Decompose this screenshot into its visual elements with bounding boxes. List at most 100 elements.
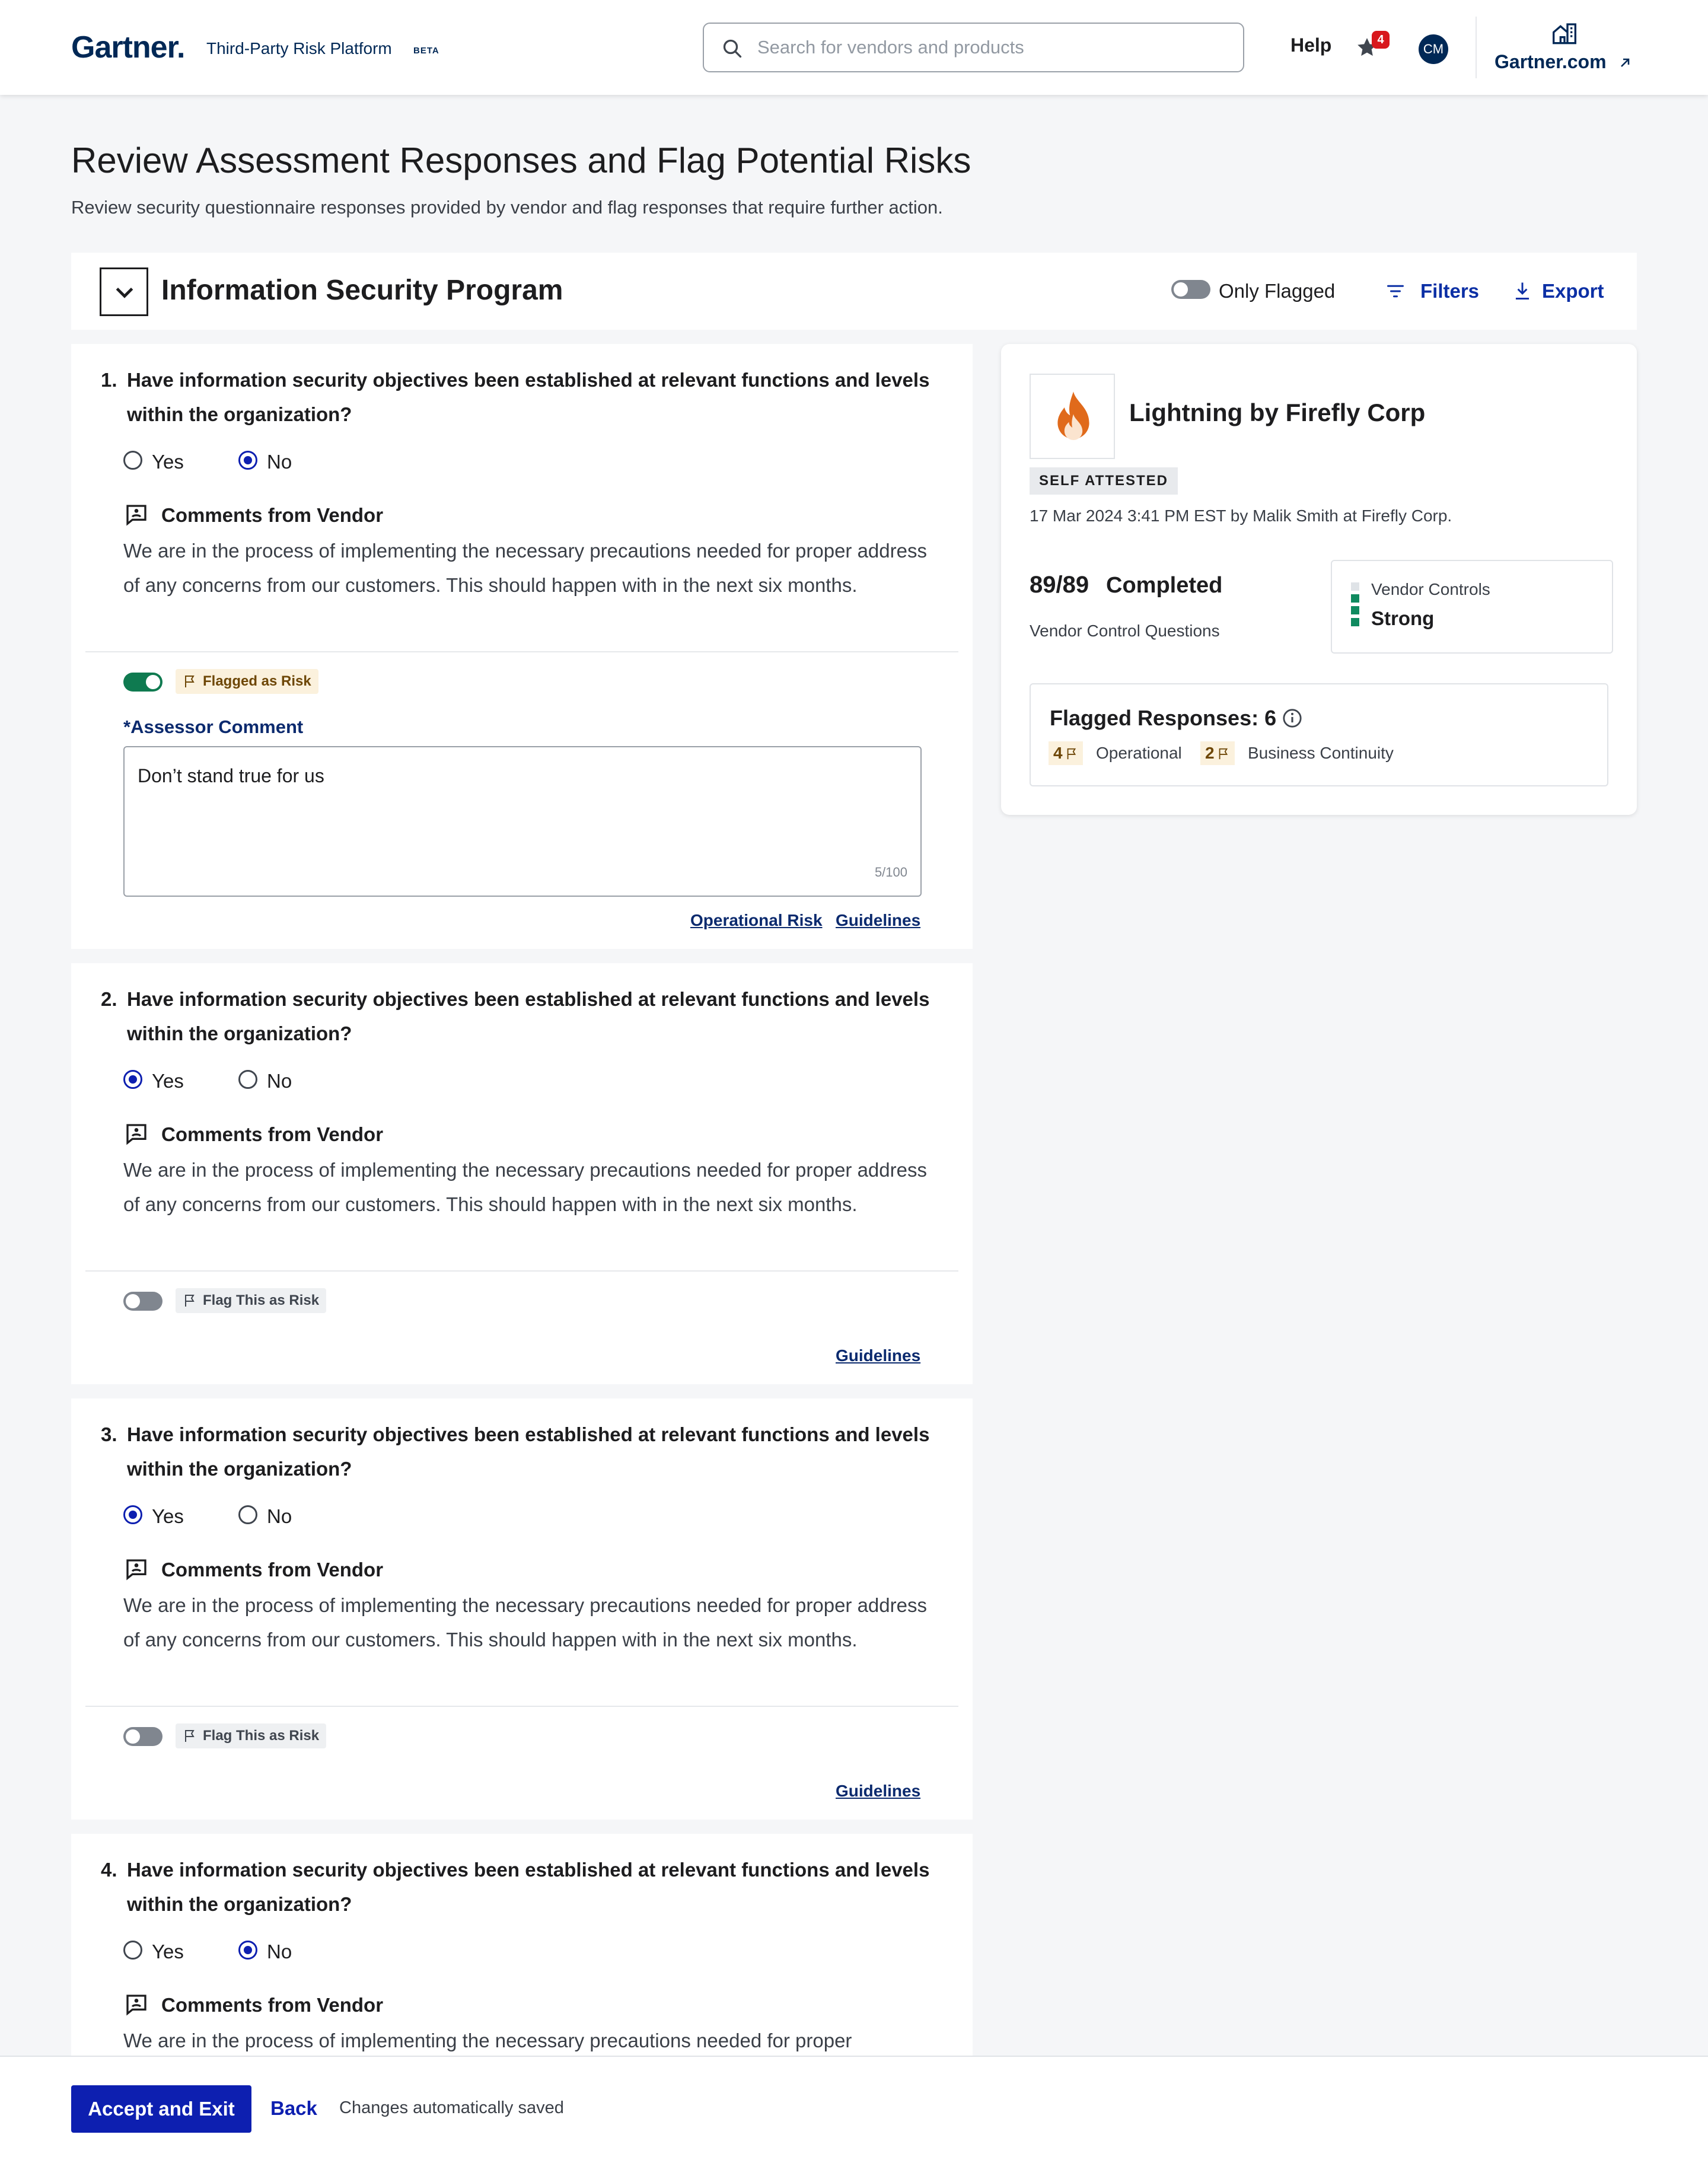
search-input[interactable]: [757, 34, 1220, 60]
back-button[interactable]: Back: [270, 2097, 317, 2120]
vendor-comment: We are in the process of implementing th…: [123, 1159, 927, 1215]
assessor-comment-label: *Assessor Comment: [123, 716, 304, 737]
footer-action-bar: Accept and Exit Back Changes automatical…: [0, 2056, 1708, 2160]
assessor-comment-box[interactable]: Don’t stand true for us 5/100: [123, 746, 922, 897]
answer-no-label: No: [267, 1070, 292, 1092]
flag-category-label: Operational: [1096, 744, 1182, 762]
autosave-status: Changes automatically saved: [339, 2098, 564, 2117]
vendor-comment: We are in the process of implementing th…: [123, 540, 927, 596]
vendor-comment: We are in the process of implementing th…: [123, 1594, 927, 1651]
flag-count-value: 4: [1053, 744, 1063, 762]
flag-count-value: 2: [1205, 744, 1215, 762]
accept-and-exit-button[interactable]: Accept and Exit: [71, 2085, 251, 2133]
gartner-logo[interactable]: Gartner.: [71, 30, 185, 65]
completed-count: 89/89: [1030, 572, 1089, 598]
beta-badge: BETA: [413, 46, 439, 56]
comment-icon: [126, 1995, 146, 2016]
question-text: Have information security objectives bee…: [127, 1859, 930, 1915]
answer-yes-label: Yes: [152, 1941, 184, 1963]
strength-bar-segment: [1351, 594, 1359, 603]
strength-bar-segment: [1351, 582, 1359, 591]
building-icon: [1553, 23, 1576, 44]
only-flagged-toggle[interactable]: [1171, 280, 1210, 299]
operational-risk-link[interactable]: Operational Risk: [690, 911, 823, 930]
filter-icon[interactable]: [1387, 283, 1404, 299]
question-number: 2.: [101, 988, 117, 1010]
comments-from-vendor-title: Comments from Vendor: [161, 504, 384, 526]
vendor-controls-box: Vendor Controls Strong: [1331, 560, 1613, 654]
notification-badge: 4: [1372, 31, 1390, 49]
vendor-controls-value: Strong: [1371, 607, 1435, 629]
vendor-comment: We are in the process of implementing th…: [123, 2030, 852, 2051]
completed-subtitle: Vendor Control Questions: [1030, 622, 1220, 640]
strength-bar-segment: [1351, 618, 1359, 626]
flagged-as-risk-chip: Flagged as Risk: [176, 669, 318, 694]
answer-yes-label: Yes: [152, 1505, 184, 1527]
user-avatar[interactable]: CM: [1419, 34, 1448, 64]
strength-bar-segment: [1351, 606, 1359, 614]
answer-no-radio[interactable]: [238, 1941, 257, 1960]
comments-from-vendor-title: Comments from Vendor: [161, 1559, 384, 1581]
comment-icon: [126, 1124, 146, 1145]
section-header: Information Security Program Only Flagge…: [71, 253, 1637, 330]
flag-label: Flag This as Risk: [203, 1292, 320, 1308]
flag-this-as-risk-chip[interactable]: Flag This as Risk: [176, 1723, 327, 1748]
comment-icon: [126, 1559, 146, 1581]
download-icon[interactable]: [1513, 281, 1531, 300]
answer-no-radio[interactable]: [238, 1505, 257, 1524]
answer-yes-radio[interactable]: [123, 1070, 142, 1089]
info-icon[interactable]: [1282, 708, 1302, 728]
flag-risk-toggle[interactable]: [123, 673, 162, 692]
flag-icon: [185, 1730, 195, 1742]
answer-no-radio[interactable]: [238, 451, 257, 470]
self-attested-badge: SELF ATTESTED: [1030, 467, 1178, 495]
completed-label: Completed: [1106, 573, 1223, 598]
header-divider: [1476, 17, 1477, 78]
flag-icon: [1067, 748, 1076, 760]
vendor-controls-title: Vendor Controls: [1371, 580, 1490, 598]
flagged-responses-box: Flagged Responses: 6 4 Operational 2 Bus…: [1030, 683, 1608, 786]
answer-yes-radio[interactable]: [123, 451, 142, 470]
question-text: Have information security objectives bee…: [127, 1423, 930, 1480]
answer-no-label: No: [267, 451, 292, 473]
question-text: Have information security objectives bee…: [127, 369, 930, 425]
external-link-icon: [1621, 58, 1630, 67]
flame-icon: [1057, 391, 1089, 440]
export-button[interactable]: Export: [1542, 280, 1604, 302]
flag-label: Flag This as Risk: [203, 1728, 320, 1744]
search-box[interactable]: [703, 23, 1244, 72]
assessor-comment-input[interactable]: Don’t stand true for us: [138, 765, 903, 854]
page-title: Review Assessment Responses and Flag Pot…: [71, 141, 971, 180]
top-navigation-bar: Gartner. Third-Party Risk Platform BETA …: [0, 0, 1708, 95]
comment-icon: [126, 505, 146, 526]
answer-no-radio[interactable]: [238, 1070, 257, 1089]
question-number: 3.: [101, 1423, 117, 1445]
page-subtitle: Review security questionnaire responses …: [71, 197, 943, 218]
answer-no-label: No: [267, 1505, 292, 1527]
vendor-name: Lightning by Firefly Corp: [1129, 399, 1426, 426]
divider: [85, 1706, 958, 1707]
flag-label: Flagged as Risk: [203, 673, 311, 689]
flag-icon: [1219, 748, 1228, 760]
filters-button[interactable]: Filters: [1420, 280, 1479, 302]
answer-yes-radio[interactable]: [123, 1505, 142, 1524]
answer-yes-radio[interactable]: [123, 1941, 142, 1960]
only-flagged-label: Only Flagged: [1219, 280, 1336, 302]
vendor-summary-card: Lightning by Firefly Corp SELF ATTESTED …: [1001, 344, 1637, 815]
flag-risk-toggle[interactable]: [123, 1727, 162, 1746]
question-text: Have information security objectives bee…: [127, 988, 930, 1044]
question-number: 1.: [101, 369, 117, 391]
flag-icon: [185, 676, 195, 687]
collapse-section-button[interactable]: [100, 267, 148, 316]
question-number: 4.: [101, 1859, 117, 1881]
guidelines-link[interactable]: Guidelines: [836, 1346, 920, 1365]
guidelines-link[interactable]: Guidelines: [836, 1782, 920, 1801]
help-link[interactable]: Help: [1290, 34, 1331, 56]
flag-risk-toggle[interactable]: [123, 1292, 162, 1311]
vendor-logo: [1030, 374, 1115, 459]
search-icon: [723, 39, 742, 58]
flag-this-as-risk-chip[interactable]: Flag This as Risk: [176, 1288, 327, 1313]
question-card-2: 2. Have information security objectives …: [71, 963, 973, 1384]
gartner-com-link[interactable]: Gartner.com: [1494, 51, 1607, 73]
guidelines-link[interactable]: Guidelines: [836, 911, 920, 930]
